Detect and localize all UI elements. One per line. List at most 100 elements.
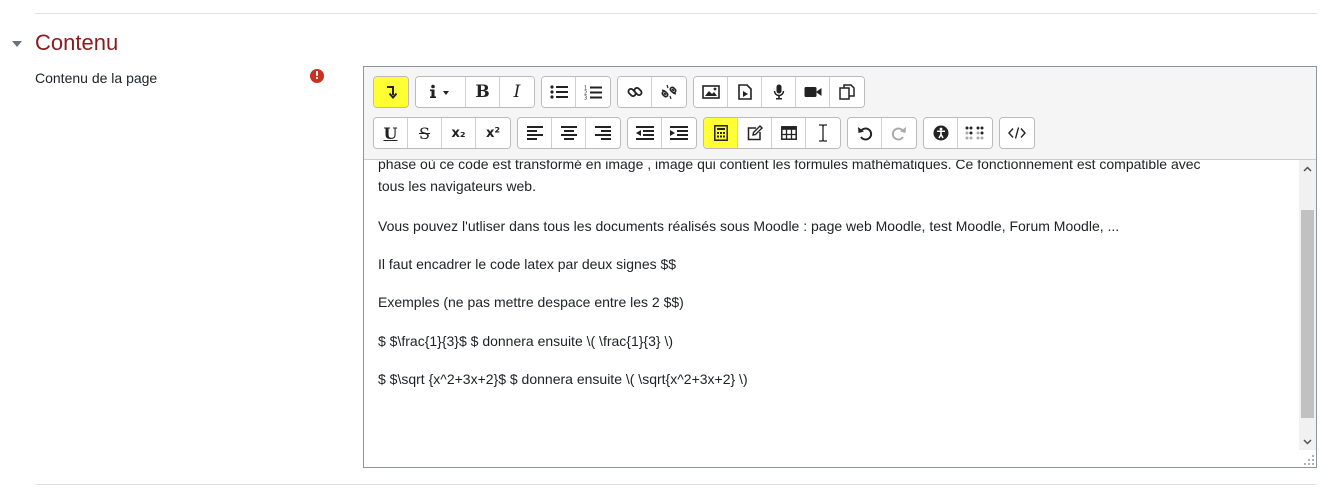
unordered-list-button[interactable] bbox=[542, 77, 576, 107]
toolbar-row-1: B I 123 bbox=[373, 76, 871, 108]
table-icon bbox=[780, 126, 797, 140]
exclamation-circle-icon: ! bbox=[310, 69, 324, 83]
screenreader-helper-button[interactable] bbox=[958, 118, 992, 148]
video-camera-icon bbox=[804, 87, 821, 97]
strikethrough-icon: S bbox=[419, 123, 430, 143]
arrow-down-return-icon bbox=[387, 86, 397, 99]
section-toggle-contenu[interactable]: Contenu bbox=[12, 30, 118, 56]
toolbar-group-text-format: U S x₂ x² bbox=[373, 117, 511, 149]
paragraph-partial: phase où ce code est transformé en image… bbox=[378, 160, 1278, 197]
field-label: Contenu de la page bbox=[35, 70, 158, 86]
svg-text:3: 3 bbox=[584, 95, 587, 100]
html-button[interactable] bbox=[1000, 118, 1034, 148]
superscript-icon: x² bbox=[485, 125, 501, 141]
continuation-line: tous les navigateurs web. bbox=[378, 178, 536, 194]
toolbar-group-html bbox=[999, 117, 1035, 149]
top-divider bbox=[35, 13, 1317, 14]
paragraph-instruction: Il faut encadrer le code latex par deux … bbox=[378, 256, 677, 272]
underline-icon: U bbox=[383, 123, 398, 143]
align-left-icon bbox=[526, 126, 543, 140]
braille-icon bbox=[965, 126, 984, 140]
toolbar-group-indent bbox=[627, 117, 697, 149]
record-audio-button[interactable] bbox=[762, 77, 796, 107]
image-icon bbox=[701, 85, 720, 99]
toolbar-group-lists: 123 bbox=[541, 76, 611, 108]
underline-button[interactable]: U bbox=[374, 118, 408, 148]
ordered-list-button[interactable]: 123 bbox=[576, 77, 610, 107]
toolbar-group-align bbox=[517, 117, 621, 149]
clear-formatting-button[interactable] bbox=[806, 118, 840, 148]
editor-content-area[interactable]: phase où ce code est transformé en image… bbox=[364, 160, 1299, 467]
caret-down-icon bbox=[12, 40, 22, 47]
resize-grip-icon[interactable] bbox=[1303, 454, 1315, 466]
equation-button[interactable] bbox=[704, 118, 738, 148]
table-button[interactable] bbox=[772, 118, 806, 148]
html-editor: B I 123 U S x₂ x² phase où ce code est t… bbox=[363, 66, 1317, 468]
toolbar-group-accessibility bbox=[923, 117, 993, 149]
indent-icon bbox=[670, 126, 688, 140]
numbered-list-icon: 123 bbox=[584, 85, 602, 100]
scroll-down-arrow[interactable] bbox=[1299, 433, 1316, 450]
paragraph-example-frac: $ $\frac{1}{3}$ $ donnera ensuite \( \fr… bbox=[378, 333, 674, 349]
bullet-list-icon bbox=[549, 85, 568, 99]
image-button[interactable] bbox=[694, 77, 728, 107]
undo-icon bbox=[857, 127, 872, 141]
outdent-button[interactable] bbox=[628, 118, 662, 148]
align-right-button[interactable] bbox=[586, 118, 620, 148]
special-character-button[interactable] bbox=[738, 118, 772, 148]
accessibility-icon bbox=[933, 125, 948, 141]
strikethrough-button[interactable]: S bbox=[408, 118, 442, 148]
files-icon bbox=[839, 84, 855, 100]
chevron-down-icon bbox=[1303, 438, 1312, 445]
record-video-button[interactable] bbox=[796, 77, 830, 107]
section-title: Contenu bbox=[35, 30, 119, 55]
unlink-icon bbox=[661, 84, 677, 100]
italic-button[interactable]: I bbox=[500, 77, 534, 107]
align-left-button[interactable] bbox=[518, 118, 552, 148]
file-media-icon bbox=[737, 84, 752, 100]
superscript-button[interactable]: x² bbox=[476, 118, 510, 148]
accessibility-checker-button[interactable] bbox=[924, 118, 958, 148]
collapse-toolbar-button[interactable] bbox=[374, 77, 408, 107]
paragraph-example-sqrt: $ $\sqrt {x^2+3x+2}$ $ donnera ensuite \… bbox=[378, 371, 748, 387]
editor-toolbar: B I 123 U S x₂ x² bbox=[364, 67, 1316, 160]
redo-icon bbox=[891, 127, 906, 141]
toolbar-group-style: B I bbox=[415, 76, 535, 108]
manage-files-button[interactable] bbox=[830, 77, 864, 107]
align-center-button[interactable] bbox=[552, 118, 586, 148]
toolbar-row-2: U S x₂ x² bbox=[373, 117, 1041, 149]
toolbar-group-collapse bbox=[373, 76, 409, 108]
toolbar-group-insert bbox=[703, 117, 841, 149]
subscript-button[interactable]: x₂ bbox=[442, 118, 476, 148]
toolbar-group-links bbox=[617, 76, 687, 108]
indent-button[interactable] bbox=[662, 118, 696, 148]
italic-icon: I bbox=[513, 82, 521, 102]
media-button[interactable] bbox=[728, 77, 762, 107]
bottom-divider bbox=[35, 484, 1317, 485]
outdent-icon bbox=[635, 126, 654, 140]
bold-icon: B bbox=[475, 82, 490, 102]
toolbar-group-media bbox=[693, 76, 865, 108]
calculator-icon bbox=[713, 125, 728, 141]
code-icon bbox=[1008, 127, 1026, 139]
unlink-button[interactable] bbox=[652, 77, 686, 107]
align-center-icon bbox=[560, 126, 577, 140]
redo-button[interactable] bbox=[882, 118, 916, 148]
paragraph-examples-heading: Exemples (ne pas mettre despace entre le… bbox=[378, 294, 684, 310]
microphone-icon bbox=[773, 84, 784, 100]
i-beam-icon bbox=[819, 124, 827, 142]
chevron-up-icon bbox=[1303, 165, 1312, 172]
scroll-thumb[interactable] bbox=[1301, 210, 1314, 418]
link-icon bbox=[627, 87, 642, 97]
undo-button[interactable] bbox=[848, 118, 882, 148]
toolbar-group-history bbox=[847, 117, 917, 149]
scroll-up-arrow[interactable] bbox=[1299, 160, 1316, 177]
link-button[interactable] bbox=[618, 77, 652, 107]
bold-button[interactable]: B bbox=[466, 77, 500, 107]
pencil-square-icon bbox=[747, 125, 763, 141]
partial-line: phase où ce code est transformé en image… bbox=[378, 160, 1201, 172]
subscript-icon: x₂ bbox=[451, 125, 466, 141]
style-button[interactable] bbox=[416, 77, 466, 107]
paragraph-usage: Vous pouvez l'utliser dans tous les docu… bbox=[378, 218, 1120, 234]
editor-scrollbar[interactable] bbox=[1299, 160, 1316, 450]
